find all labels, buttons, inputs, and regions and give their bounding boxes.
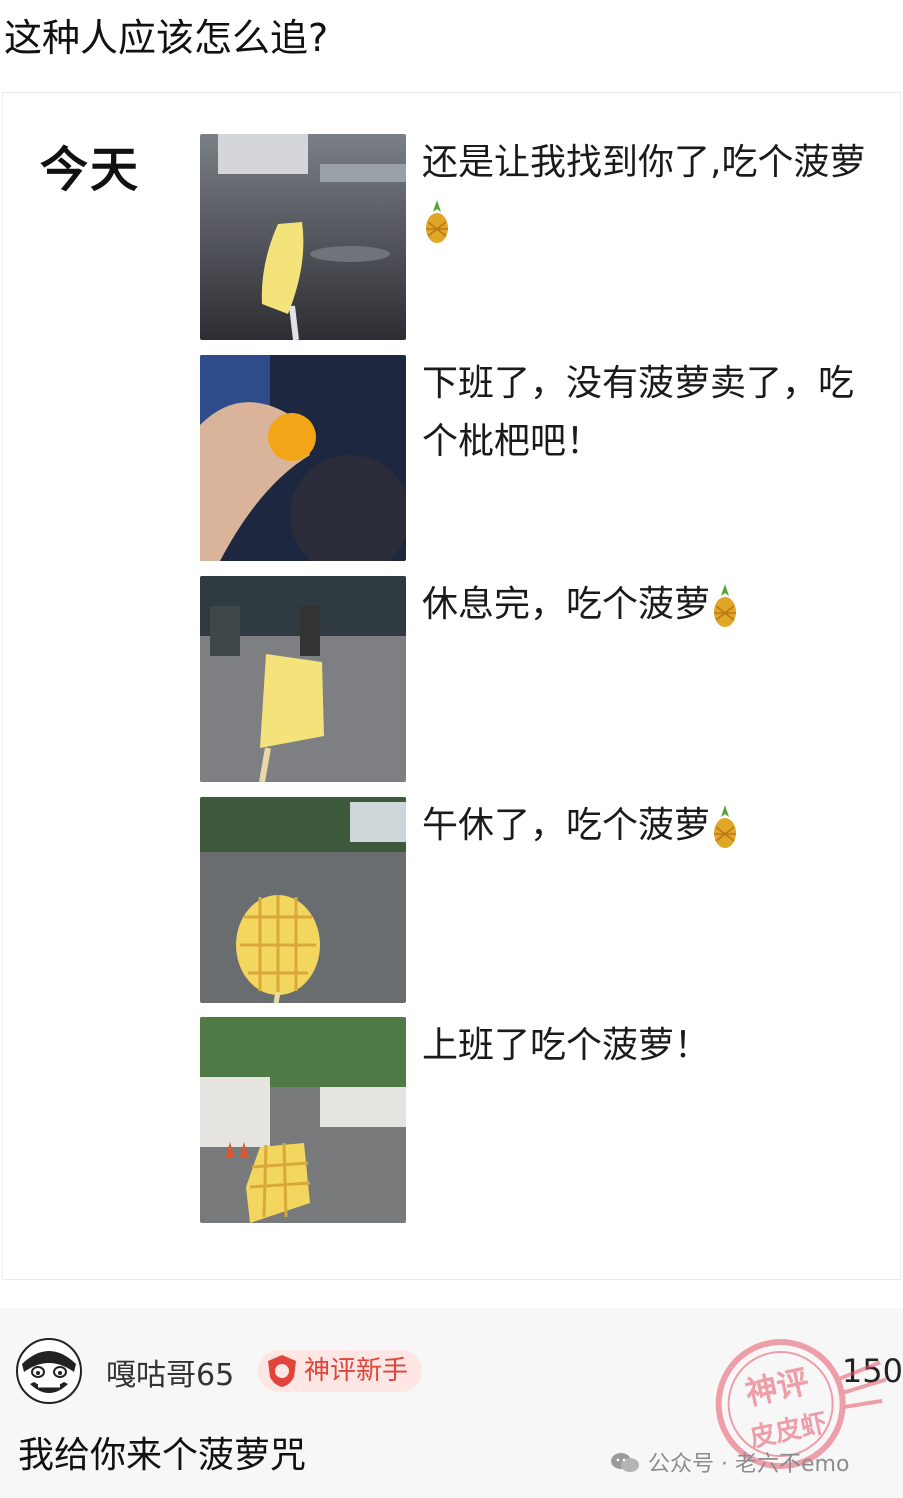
photo-pineapple-plaza[interactable] (200, 576, 406, 782)
pineapple-icon (714, 584, 737, 627)
pineapple-icon (426, 200, 448, 243)
comment-text: 我给你来个菠萝咒 (18, 1435, 307, 1476)
photo-pineapple-waffle[interactable] (200, 797, 406, 1003)
photo-loquat-hand[interactable] (200, 355, 406, 561)
stamp-top-text: 神评 (742, 1362, 813, 1412)
watermark-text: 公众号 · 老六不emo (648, 1452, 850, 1477)
caption-4: 午休了，吃个菠萝 (422, 797, 900, 855)
caption-5-text: 上班了吃个菠萝！ (422, 1025, 711, 1066)
caption-5: 上班了吃个菠萝！ (422, 1017, 900, 1075)
caption-2-line2: 个枇杷吧！ (422, 421, 603, 462)
badge-label: 神评新手 (304, 1356, 409, 1386)
avatar[interactable] (16, 1338, 82, 1404)
question-title: 这种人应该怎么追? (4, 16, 329, 60)
post-card (2, 92, 901, 1280)
caption-2-line1: 下班了，没有菠萝卖了，吃 (422, 363, 855, 404)
caption-3: 休息完，吃个菠萝 (422, 576, 900, 634)
pineapple-icon (714, 805, 737, 848)
day-label: 今天 (40, 142, 141, 198)
caption-3-text: 休息完，吃个菠萝 (422, 584, 711, 625)
badge: 神评新手 (258, 1350, 423, 1392)
caption-1: 还是让我找到你了,吃个菠萝 (422, 134, 900, 250)
comment-username[interactable]: 嘎咕哥65 (106, 1350, 234, 1394)
caption-4-text: 午休了，吃个菠萝 (422, 805, 711, 846)
badge-shield-icon (268, 1355, 296, 1387)
photo-pineapple-courtyard[interactable] (200, 1017, 406, 1223)
watermark: 公众号 · 老六不emo (610, 1446, 849, 1478)
caption-1-line1: 还是让我找到你了,吃个菠萝 (422, 142, 866, 183)
photo-pineapple-rain[interactable] (200, 134, 406, 340)
caption-2: 下班了，没有菠萝卖了，吃 个枇杷吧！ (422, 355, 900, 471)
wechat-icon (611, 1453, 639, 1472)
